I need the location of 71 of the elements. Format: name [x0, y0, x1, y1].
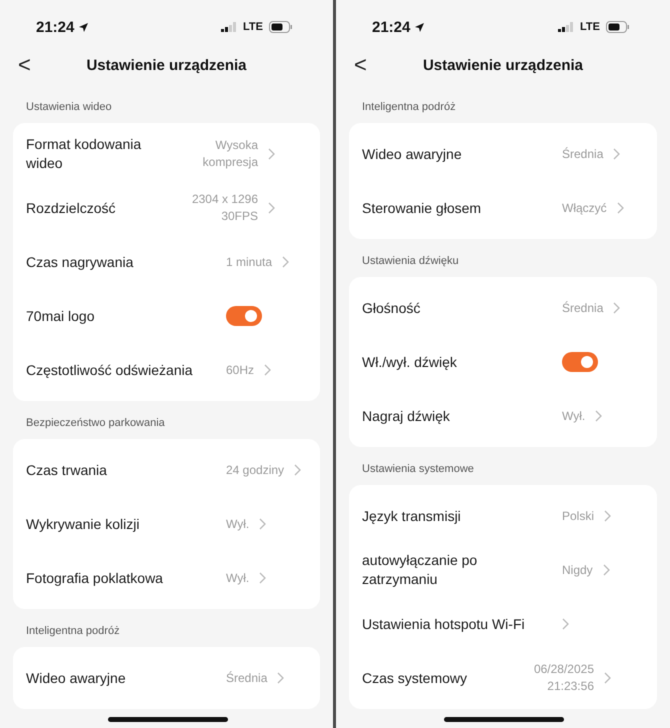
setting-label: Częstotliwość odświeżania	[26, 360, 194, 380]
section-header: Ustawienia dźwięku	[361, 254, 460, 269]
chevron-icon	[268, 148, 275, 160]
setting-label: Format kodowania wideo	[26, 135, 142, 173]
chevron-icon	[604, 510, 612, 522]
setting-value: Wył.	[562, 408, 586, 424]
chevron-icon	[613, 302, 620, 314]
chevron-icon	[259, 518, 266, 530]
setting-label: Wł./wył. dźwięk	[362, 352, 458, 372]
location-icon	[78, 22, 90, 32]
setting-label: Czas nagrywania	[26, 252, 134, 272]
setting-label: Wideo awaryjne	[26, 668, 127, 688]
section-header: Inteligentna podróż	[25, 624, 121, 639]
setting-label: Głośność	[362, 298, 422, 318]
setting-value: 2304 x 1296 30FPS	[190, 191, 258, 225]
setting-label: Fotografia poklatkowa	[26, 568, 164, 588]
setting-value: 60Hz	[226, 362, 254, 378]
section-header: Inteligentna podróż	[361, 100, 457, 115]
page-title: Ustawienie urządzenia	[422, 56, 584, 74]
back-button[interactable]: <	[18, 54, 38, 76]
setting-label: 70mai logo	[26, 306, 96, 326]
setting-value: 1 minuta	[226, 254, 272, 270]
chevron-icon	[277, 672, 284, 684]
setting-value: 06/28/2025 21:23:56	[532, 661, 594, 695]
chevron-icon	[259, 572, 266, 584]
setting-value: Wył.	[226, 570, 250, 586]
setting-label: Ustawienia hotspotu Wi-Fi	[362, 614, 526, 634]
chevron-icon	[602, 564, 610, 576]
setting-value: Polski	[562, 508, 594, 524]
setting-value: Włączyć	[562, 200, 607, 216]
network-label: LTE	[243, 21, 263, 33]
page-title: Ustawienie urządzenia	[85, 56, 248, 74]
battery-icon	[269, 21, 293, 33]
setting-label: Czas systemowy	[362, 668, 468, 688]
setting-label: Język transmisji	[362, 506, 462, 526]
setting-value: Wył.	[226, 516, 250, 532]
status-time: 21:24	[372, 18, 410, 36]
setting-value: Nigdy	[562, 562, 593, 578]
setting-label: Wykrywanie kolizji	[26, 514, 140, 534]
chevron-icon	[562, 618, 569, 630]
back-button[interactable]: <	[354, 54, 374, 76]
signal-icon	[221, 22, 238, 32]
status-time: 21:24	[36, 18, 74, 36]
chevron-icon	[613, 148, 620, 160]
toggle-switch[interactable]	[226, 306, 262, 326]
chevron-icon	[294, 464, 302, 476]
setting-label: Sterowanie głosem	[362, 198, 482, 218]
location-icon	[414, 22, 426, 32]
chevron-icon	[595, 410, 602, 422]
setting-value: 24 godziny	[226, 462, 284, 478]
setting-value: Wysoka kompresja	[202, 137, 258, 171]
chevron-icon	[616, 202, 624, 214]
chevron-icon	[604, 672, 611, 684]
setting-value: Średnia	[562, 146, 604, 162]
setting-label: Rozdzielczość	[26, 198, 116, 218]
signal-icon	[558, 22, 574, 32]
chevron-icon	[264, 364, 272, 376]
chevron-icon	[268, 202, 275, 214]
battery-icon	[606, 21, 630, 33]
toggle-switch[interactable]	[562, 352, 598, 372]
setting-label: Nagraj dźwięk	[362, 406, 451, 426]
chevron-icon	[282, 256, 290, 268]
setting-label: Wideo awaryjne	[362, 144, 463, 164]
setting-label: Czas trwania	[26, 460, 108, 480]
setting-value: Średnia	[226, 670, 268, 686]
section-header: Ustawienia systemowe	[361, 462, 475, 477]
section-header: Bezpieczeństwo parkowania	[25, 416, 166, 431]
network-label: LTE	[580, 21, 600, 33]
setting-label: autowyłączanie po zatrzymaniu	[362, 551, 478, 589]
setting-value: Średnia	[562, 300, 604, 316]
section-header: Ustawienia wideo	[25, 100, 113, 115]
